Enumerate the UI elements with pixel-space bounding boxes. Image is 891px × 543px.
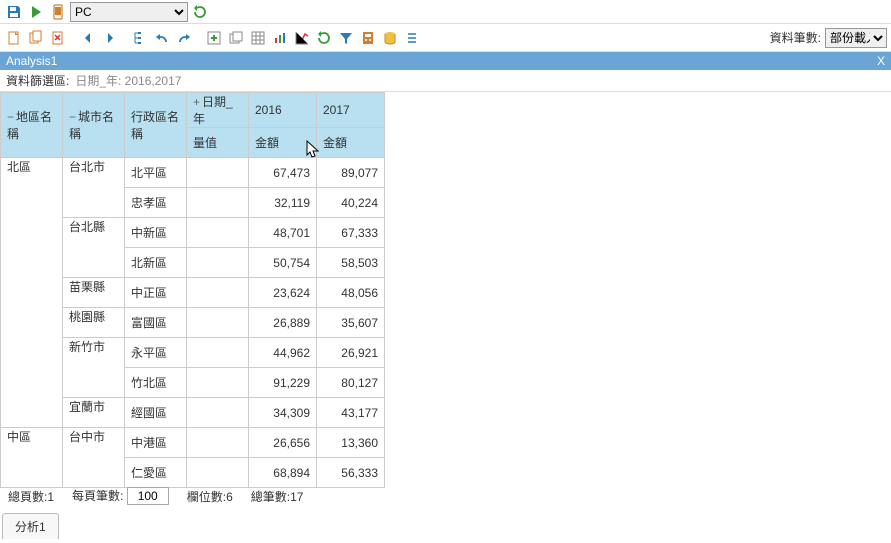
dim-district-header[interactable]: 行政區名稱: [125, 93, 187, 158]
table-row[interactable]: 中區台中市中港區26,65613,360: [1, 428, 385, 458]
expand-icon[interactable]: +: [193, 95, 200, 109]
tab-analysis-1[interactable]: 分析1: [2, 513, 59, 539]
value-cell: 50,754: [249, 248, 317, 278]
value-cell: 23,624: [249, 278, 317, 308]
bar-chart-icon[interactable]: [270, 28, 290, 48]
city-cell: 台北市: [63, 158, 125, 218]
value-cell: 13,360: [317, 428, 385, 458]
district-cell: 永平區: [125, 338, 187, 368]
load-mode-select[interactable]: 部份載入: [825, 28, 887, 48]
value-cell: 26,889: [249, 308, 317, 338]
measure-header[interactable]: 量值: [187, 128, 249, 158]
value-cell: 48,701: [249, 218, 317, 248]
value-cell: 48,056: [317, 278, 385, 308]
district-cell: 中正區: [125, 278, 187, 308]
value-cell: 35,607: [317, 308, 385, 338]
undo-icon[interactable]: [152, 28, 172, 48]
year-2017-header[interactable]: 2017: [317, 93, 385, 128]
city-cell: 新竹市: [63, 338, 125, 398]
value-label-2016[interactable]: 金額: [249, 128, 317, 158]
value-cell: 91,229: [249, 368, 317, 398]
delete-doc-icon[interactable]: [48, 28, 68, 48]
value-cell: 89,077: [317, 158, 385, 188]
table-row[interactable]: 北區台北市北平區67,47389,077: [1, 158, 385, 188]
play-icon[interactable]: [26, 2, 46, 22]
value-cell: 26,656: [249, 428, 317, 458]
value-cell: 56,333: [317, 458, 385, 488]
value-cell: 80,127: [317, 368, 385, 398]
value-cell: 26,921: [317, 338, 385, 368]
city-cell: 苗栗縣: [63, 278, 125, 308]
filter-value: 日期_年: 2016,2017: [75, 72, 181, 89]
col-dim-header[interactable]: +日期_年: [187, 93, 249, 128]
calc-icon[interactable]: [358, 28, 378, 48]
pivot-table[interactable]: −地區名稱 −城市名稱 行政區名稱 +日期_年 2016 2017 量值 金額 …: [0, 92, 385, 488]
collapse-icon[interactable]: −: [69, 110, 76, 124]
district-cell: 中港區: [125, 428, 187, 458]
district-cell: 竹北區: [125, 368, 187, 398]
value-cell: 67,333: [317, 218, 385, 248]
value-cell: 40,224: [317, 188, 385, 218]
region-cell: 中區: [1, 428, 63, 488]
filter-icon[interactable]: [336, 28, 356, 48]
table-add-icon[interactable]: [204, 28, 224, 48]
collapse-icon[interactable]: −: [7, 110, 14, 124]
city-cell: 台中市: [63, 428, 125, 488]
value-label-2017[interactable]: 金額: [317, 128, 385, 158]
next-icon[interactable]: [100, 28, 120, 48]
database-icon[interactable]: [380, 28, 400, 48]
year-2016-header[interactable]: 2016: [249, 93, 317, 128]
dim-city-header[interactable]: −城市名稱: [63, 93, 125, 158]
grid-icon[interactable]: [248, 28, 268, 48]
district-cell: 忠孝區: [125, 188, 187, 218]
city-cell: 宜蘭市: [63, 398, 125, 428]
save-icon[interactable]: [4, 2, 24, 22]
district-cell: 北新區: [125, 248, 187, 278]
refresh-icon[interactable]: [190, 2, 210, 22]
value-cell: 58,503: [317, 248, 385, 278]
device-icon[interactable]: [48, 2, 68, 22]
per-page-input[interactable]: [127, 487, 169, 505]
new-doc-icon[interactable]: [4, 28, 24, 48]
value-cell: 67,473: [249, 158, 317, 188]
district-cell: 北平區: [125, 158, 187, 188]
device-select[interactable]: PC: [70, 2, 188, 22]
district-cell: 經國區: [125, 398, 187, 428]
redo-icon[interactable]: [174, 28, 194, 48]
close-icon[interactable]: X: [877, 54, 885, 68]
filter-label: 資料篩選區:: [6, 72, 69, 89]
pagination-footer: 總頁數:1 每頁筆數: 欄位數:6 總筆數:17: [0, 481, 311, 511]
city-cell: 台北縣: [63, 218, 125, 278]
tree-icon[interactable]: [130, 28, 150, 48]
value-cell: 34,309: [249, 398, 317, 428]
table-copy-icon[interactable]: [226, 28, 246, 48]
value-cell: 43,177: [317, 398, 385, 428]
analysis-title: Analysis1: [6, 54, 57, 68]
copy-doc-icon[interactable]: [26, 28, 46, 48]
line-chart-icon[interactable]: [292, 28, 312, 48]
list-icon[interactable]: [402, 28, 422, 48]
district-cell: 中新區: [125, 218, 187, 248]
value-cell: 32,119: [249, 188, 317, 218]
region-cell: 北區: [1, 158, 63, 428]
reload-icon[interactable]: [314, 28, 334, 48]
city-cell: 桃園縣: [63, 308, 125, 338]
value-cell: 44,962: [249, 338, 317, 368]
district-cell: 富國區: [125, 308, 187, 338]
data-rows-label: 資料筆數:: [770, 29, 821, 46]
dim-region-header[interactable]: −地區名稱: [1, 93, 63, 158]
prev-icon[interactable]: [78, 28, 98, 48]
